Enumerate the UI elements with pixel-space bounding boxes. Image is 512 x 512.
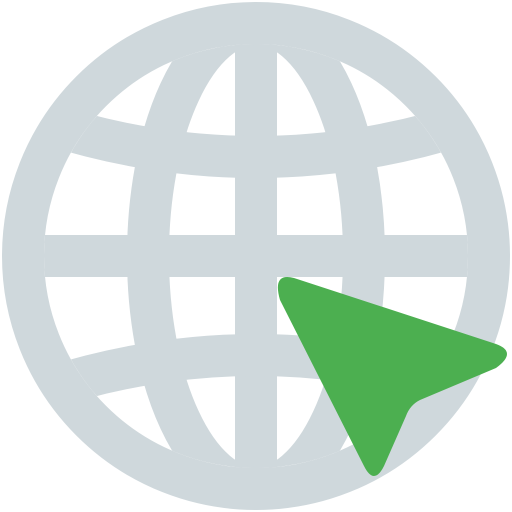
icon-canvas: [0, 0, 512, 512]
globe-with-cursor-icon: [2, 2, 510, 510]
globe-icon: [2, 2, 510, 510]
